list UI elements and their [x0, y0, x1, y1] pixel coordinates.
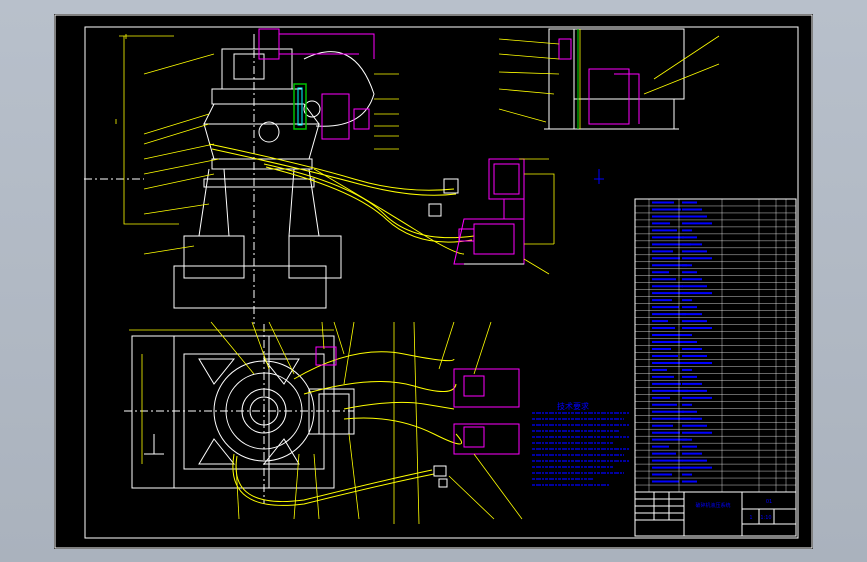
feed-mechanism [258, 28, 375, 140]
parts-list-table [634, 198, 797, 493]
title-drawing-name: 破碎机液压系统 [695, 502, 730, 509]
leader-lines-side [498, 35, 720, 123]
plan-view [124, 324, 355, 504]
cad-viewport[interactable]: 技术要求 破碎机液压系统 01 1 1:10 [54, 14, 813, 549]
notes-heading: 技术要求 [557, 401, 589, 411]
motor-body [221, 48, 293, 90]
foundation-base [173, 265, 327, 309]
foundation-left [183, 235, 245, 279]
orientation-marker [594, 169, 604, 184]
leader-lines-front [115, 34, 399, 255]
plan-fittings [433, 465, 448, 488]
plan-valve-blocks [315, 346, 520, 455]
hydraulic-hoses-plan [232, 351, 462, 506]
title-drawing-number: 01 [766, 499, 772, 505]
technical-notes: 技术要求 [532, 401, 629, 486]
side-elevation-view [544, 28, 685, 130]
foundation-right [288, 235, 342, 279]
side-view-accents [577, 29, 581, 129]
plan-dimensions [129, 329, 334, 464]
side-view-details [558, 38, 640, 125]
hydraulic-power-unit-elevation [453, 158, 525, 265]
title-scale: 1:10 [760, 515, 771, 521]
title-sheet: 1 [749, 515, 752, 521]
hose-fittings [428, 178, 459, 217]
drawing-sheet: 技术要求 破碎机液压系统 01 1 1:10 [54, 14, 813, 549]
